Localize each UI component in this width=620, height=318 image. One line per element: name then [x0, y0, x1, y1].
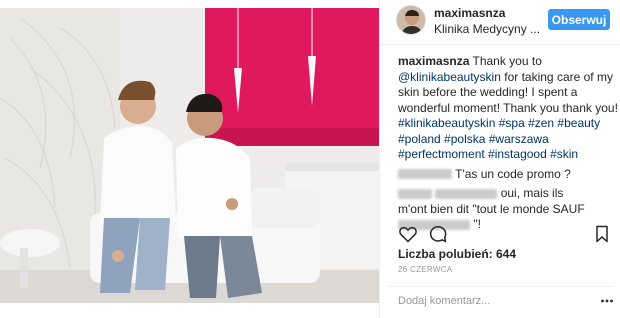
bookmark-icon[interactable]: [592, 224, 612, 244]
mention-link[interactable]: @klinikabeautyskin: [398, 70, 501, 84]
header-username[interactable]: maximasnza: [434, 6, 505, 20]
caption-text: Thank you to: [472, 54, 542, 68]
follow-button[interactable]: Obserwuj: [548, 9, 610, 30]
comment-text: m'ont bien dit "tout le monde SAUF: [398, 201, 585, 216]
hashtags-line[interactable]: #perfectmoment #instagood #skin: [398, 147, 616, 163]
comments-section: maximasnza Thank you to @klinikabeautysk…: [398, 54, 618, 233]
post-side-panel: maximasnza Klinika Medycyny ... Obserwuj…: [379, 0, 620, 318]
avatar-image: [397, 6, 425, 34]
blurred-mention: [435, 188, 498, 199]
action-bar: [398, 224, 608, 244]
hashtags-line[interactable]: #poland #polska #warszawa: [398, 132, 616, 148]
caption-text: skin before the wedding! I spent a: [398, 85, 578, 99]
hashtags-line[interactable]: #klinikabeautyskin #spa #zen #beauty: [398, 116, 616, 132]
heart-icon[interactable]: [398, 224, 418, 244]
caption-text: wonderful moment! Thank you thank you!: [398, 100, 618, 115]
comment-icon[interactable]: [428, 224, 448, 244]
more-options-icon[interactable]: [600, 294, 614, 308]
caption-username[interactable]: maximasnza: [398, 54, 469, 68]
add-comment-bar: [388, 286, 613, 316]
post-photo[interactable]: [0, 8, 379, 303]
caption-text: for taking care of my: [504, 69, 613, 84]
caption: maximasnza Thank you to @klinikabeautysk…: [398, 54, 618, 163]
add-comment-input[interactable]: [398, 293, 578, 309]
comment: T'as un code promo ?: [398, 167, 616, 183]
likes-count[interactable]: Liczba polubień: 644: [398, 247, 516, 261]
comment-text: T'as un code promo ?: [455, 166, 571, 181]
post-date[interactable]: 26 CZERWCA: [398, 265, 452, 274]
blurred-username: [398, 188, 432, 199]
blurred-username: [398, 169, 452, 180]
instagram-post: maximasnza Klinika Medycyny ... Obserwuj…: [0, 0, 620, 318]
avatar[interactable]: [396, 5, 426, 35]
photo-illustration: [0, 8, 379, 303]
post-header: maximasnza Klinika Medycyny ... Obserwuj: [380, 0, 620, 45]
comment-text: oui, mais ils: [500, 186, 564, 200]
header-location[interactable]: Klinika Medycyny ...: [434, 22, 544, 36]
